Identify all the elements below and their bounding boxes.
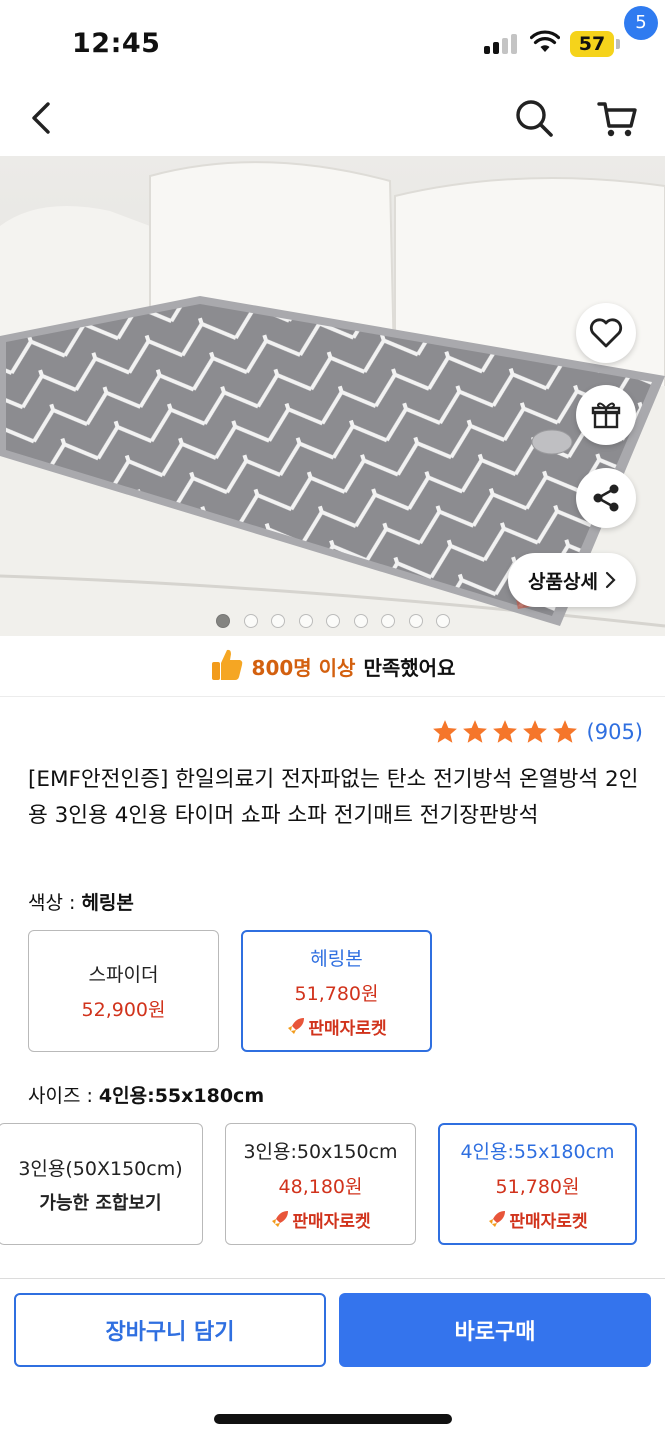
option-price: 48,180원	[278, 1175, 363, 1198]
gift-icon	[591, 402, 621, 429]
star-icon	[432, 720, 457, 743]
chevron-right-icon	[605, 571, 616, 589]
seller-rocket-badge: 판매자로켓	[270, 1207, 371, 1232]
back-icon[interactable]	[22, 98, 62, 138]
rocket-icon	[288, 1018, 305, 1034]
battery-icon: 57	[570, 31, 620, 57]
share-button[interactable]	[576, 468, 636, 528]
product-detail-button[interactable]: 상품상세	[508, 553, 636, 607]
size-option-label: 사이즈 : 4인용:55x180cm	[28, 1081, 264, 1108]
carousel-dot[interactable]	[436, 614, 450, 628]
home-indicator[interactable]	[214, 1414, 452, 1424]
carousel-dot[interactable]	[353, 614, 368, 628]
option-price: 51,780원	[294, 982, 379, 1005]
option-name: 스파이더	[88, 964, 159, 986]
option-name: 4인용:55x180cm	[460, 1140, 615, 1163]
color-option-spider[interactable]: 스파이더 52,900원	[28, 930, 219, 1052]
wifi-icon	[530, 30, 560, 52]
carousel-dot[interactable]	[216, 614, 230, 628]
add-to-cart-button[interactable]: 장바구니 담기	[14, 1293, 326, 1367]
bottom-divider	[0, 1278, 665, 1279]
status-bar: 12:45 57	[0, 0, 665, 80]
carousel-dot[interactable]	[326, 614, 340, 628]
top-nav	[0, 80, 665, 156]
buy-now-button[interactable]: 바로구매	[339, 1293, 651, 1367]
badge-label: 판매자로켓	[509, 1211, 588, 1232]
share-icon	[593, 484, 619, 512]
review-count[interactable]: (905)	[587, 720, 643, 744]
size-option-3p-combo[interactable]: 3인용(50X150cm) 가능한 조합보기	[0, 1123, 203, 1245]
color-label-text: 색상 :	[28, 892, 82, 914]
star-icon	[522, 720, 547, 743]
option-price: 52,900원	[81, 999, 166, 1021]
size-selected-value: 4인용:55x180cm	[98, 1085, 265, 1107]
badge-label: 판매자로켓	[308, 1018, 387, 1039]
search-icon[interactable]	[512, 96, 556, 140]
gift-button[interactable]	[576, 385, 636, 445]
size-option-3p[interactable]: 3인용:50x150cm 48,180원 판매자로켓	[225, 1123, 416, 1245]
option-name: 3인용:50x150cm	[243, 1140, 398, 1163]
carousel-dot[interactable]	[381, 614, 395, 628]
cart-count-badge: 5	[624, 6, 658, 40]
carousel-dot[interactable]	[298, 614, 313, 628]
heart-icon	[589, 318, 623, 348]
rocket-icon	[489, 1211, 506, 1227]
wishlist-button[interactable]	[576, 303, 636, 363]
option-name: 헤링본	[310, 947, 363, 970]
battery-level: 57	[570, 31, 614, 57]
satisfaction-count: 800명 이상	[251, 655, 356, 680]
status-time: 12:45	[72, 28, 161, 59]
seller-rocket-badge: 판매자로켓	[487, 1207, 588, 1232]
divider	[0, 696, 665, 697]
satisfaction-banner: 800명 이상 만족했어요	[0, 644, 665, 688]
cart-icon[interactable]	[596, 96, 640, 140]
size-option-4p[interactable]: 4인용:55x180cm 51,780원 판매자로켓	[438, 1123, 637, 1245]
satisfaction-text: 만족했어요	[363, 655, 456, 680]
color-option-herringbone[interactable]: 헤링본 51,780원 판매자로켓	[241, 930, 432, 1052]
seller-rocket-badge: 판매자로켓	[286, 1014, 387, 1039]
star-rating	[431, 718, 579, 746]
carousel-indicator	[216, 614, 450, 630]
color-selected-value: 헤링본	[81, 892, 134, 914]
thumbs-up-icon	[210, 646, 244, 687]
color-option-label: 색상 : 헤링본	[28, 888, 134, 915]
star-icon	[462, 720, 487, 743]
carousel-dot[interactable]	[271, 614, 285, 628]
carousel-dot[interactable]	[408, 614, 423, 628]
rocket-icon	[272, 1211, 289, 1227]
rating[interactable]: (905)	[431, 718, 643, 746]
star-icon	[492, 720, 517, 743]
size-label-text: 사이즈 :	[28, 1085, 99, 1107]
product-title: [EMF안전인증] 한일의료기 전자파없는 탄소 전기방석 온열방석 2인용 3…	[28, 767, 639, 828]
star-icon	[552, 720, 577, 743]
badge-label: 판매자로켓	[292, 1211, 371, 1232]
cellular-signal-icon	[484, 34, 520, 54]
option-combo-link[interactable]: 가능한 조합보기	[39, 1189, 161, 1215]
carousel-dot[interactable]	[243, 614, 258, 628]
product-detail-label: 상품상세	[528, 570, 598, 593]
option-price: 51,780원	[495, 1175, 580, 1198]
option-name: 3인용(50X150cm)	[18, 1157, 183, 1180]
